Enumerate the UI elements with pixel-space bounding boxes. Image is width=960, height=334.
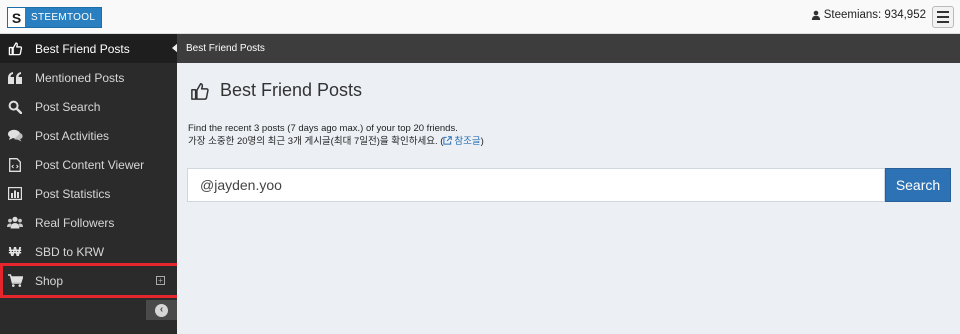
description: Find the recent 3 posts (7 days ago max.… [188, 122, 484, 148]
quote-icon [7, 70, 23, 86]
page-title: Best Friend Posts [190, 80, 362, 101]
sidebar-item-mentioned-posts[interactable]: Mentioned Posts [0, 63, 177, 92]
logo-text: STEEMTOOL [25, 8, 102, 27]
expand-plus-icon[interactable]: + [156, 276, 165, 285]
circle-arrow-left-icon: ‹ [155, 303, 168, 317]
main-content: Best Friend Posts Find the recent 3 post… [177, 63, 960, 334]
sidebar-item-post-content-viewer[interactable]: Post Content Viewer [0, 150, 177, 179]
external-link-icon [443, 136, 453, 145]
logo-letter: S [8, 8, 25, 27]
sidebar: Best Friend Posts Mentioned Posts Post S… [0, 34, 178, 334]
cart-icon [7, 273, 23, 289]
steemians-label: Steemians: 934,952 [823, 9, 926, 21]
sidebar-item-label: Mentioned Posts [35, 70, 125, 85]
sidebar-item-shop[interactable]: Shop + [0, 266, 177, 295]
search-icon [7, 99, 23, 115]
sidebar-item-label: Post Search [35, 99, 101, 114]
sidebar-item-post-activities[interactable]: Post Activities [0, 121, 177, 150]
sidebar-item-sbd-to-krw[interactable]: ₩ SBD to KRW [0, 237, 177, 266]
steemians-count: Steemians: 934,952 [811, 9, 926, 21]
description-korean: 가장 소중한 20명의 최근 3개 게시글(최대 7일전)을 확인하세요. (참… [188, 136, 484, 147]
sidebar-item-label: Shop [35, 273, 64, 288]
menu-toggle-button[interactable] [932, 6, 954, 28]
search-button[interactable]: Search [885, 168, 951, 202]
sidebar-item-real-followers[interactable]: Real Followers [0, 208, 177, 237]
breadcrumb: Best Friend Posts [177, 34, 960, 63]
hamburger-icon [937, 11, 949, 13]
sidebar-item-label: Post Content Viewer [35, 157, 145, 172]
sidebar-item-label: Post Statistics [35, 186, 111, 201]
thumbs-up-icon [7, 41, 23, 57]
sidebar-item-label: Post Activities [35, 128, 110, 143]
file-code-icon [7, 157, 23, 173]
bar-chart-icon [7, 186, 23, 202]
sidebar-item-post-search[interactable]: Post Search [0, 92, 177, 121]
search-form: Search [187, 168, 951, 202]
sidebar-item-label: Real Followers [35, 215, 115, 230]
page-title-text: Best Friend Posts [220, 80, 363, 100]
won-icon: ₩ [8, 244, 22, 259]
sidebar-item-label: Best Friend Posts [35, 41, 130, 56]
top-bar: S STEEMTOOL Steemians: 934,952 [0, 0, 960, 34]
users-icon [7, 215, 23, 231]
comments-icon [7, 128, 23, 144]
sidebar-item-post-statistics[interactable]: Post Statistics [0, 179, 177, 208]
thumbs-up-icon [190, 81, 210, 101]
description-english: Find the recent 3 posts (7 days ago max.… [188, 123, 458, 134]
breadcrumb-label: Best Friend Posts [186, 43, 265, 54]
username-search-input[interactable] [187, 168, 885, 202]
sidebar-item-best-friend-posts[interactable]: Best Friend Posts [0, 34, 178, 63]
sidebar-item-label: SBD to KRW [35, 244, 105, 259]
brand-logo[interactable]: S STEEMTOOL [7, 7, 103, 28]
reference-link[interactable]: 참조글 [443, 136, 481, 147]
sidebar-collapse-button[interactable]: ‹ [146, 300, 177, 320]
user-icon [811, 10, 820, 20]
